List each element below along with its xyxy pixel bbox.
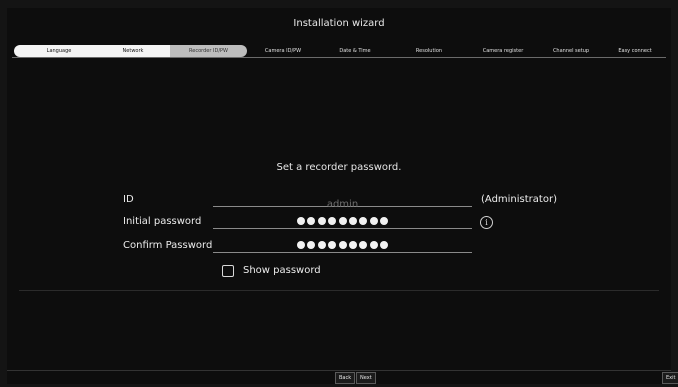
- initial-password-mask: [213, 214, 472, 225]
- content-divider: [19, 290, 659, 291]
- step-easy-connect[interactable]: Easy connect: [603, 45, 667, 57]
- id-label: ID: [123, 194, 134, 205]
- step-channel-setup[interactable]: Channel setup: [539, 45, 603, 57]
- window-title: Installation wizard: [293, 18, 385, 29]
- confirm-password-field[interactable]: [213, 238, 472, 253]
- back-button[interactable]: Back: [335, 372, 356, 384]
- footer-divider: [7, 370, 671, 371]
- exit-button[interactable]: Exit: [662, 372, 678, 384]
- id-field: admin: [213, 192, 472, 210]
- id-value: admin: [326, 199, 359, 210]
- step-network[interactable]: Network: [96, 45, 170, 57]
- wizard-step-bar: Language Network Recorder ID/PW Camera I…: [12, 45, 666, 58]
- confirm-password-label: Confirm Password: [123, 240, 213, 251]
- form-heading: Set a recorder password.: [276, 162, 402, 173]
- next-button[interactable]: Next: [356, 372, 376, 384]
- step-date-time[interactable]: Date & Time: [319, 45, 391, 57]
- step-recorder-id-pw[interactable]: Recorder ID/PW: [170, 45, 247, 57]
- id-role-note: (Administrator): [481, 194, 557, 205]
- step-resolution[interactable]: Resolution: [391, 45, 467, 57]
- step-camera-register[interactable]: Camera register: [467, 45, 539, 57]
- step-language[interactable]: Language: [22, 45, 96, 57]
- info-icon[interactable]: i: [480, 216, 493, 229]
- initial-password-field[interactable]: [213, 214, 472, 229]
- show-password-checkbox[interactable]: [222, 265, 234, 277]
- show-password-label[interactable]: Show password: [243, 265, 321, 276]
- confirm-password-mask: [213, 238, 472, 249]
- step-camera-id-pw[interactable]: Camera ID/PW: [247, 45, 319, 57]
- initial-password-label: Initial password: [123, 216, 202, 227]
